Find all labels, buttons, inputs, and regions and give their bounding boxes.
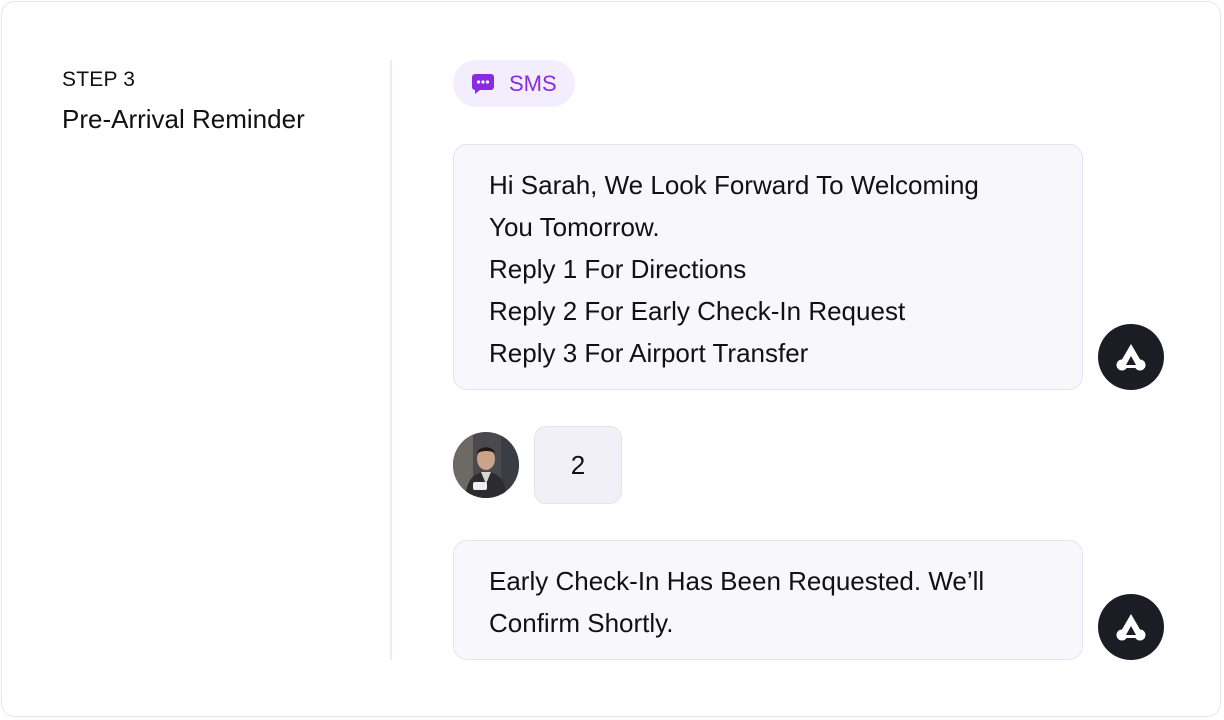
message-line: Hi Sarah, We Look Forward To Welcoming <box>489 170 979 200</box>
channel-badge: SMS <box>453 60 575 107</box>
step-title: Pre-Arrival Reminder <box>62 104 305 134</box>
message-line: Early Check-In Has Been Requested. We’ll <box>489 566 985 596</box>
message-line: Reply 3 For Airport Transfer <box>489 338 809 368</box>
chat-bubble-icon <box>471 73 495 95</box>
channel-label: SMS <box>509 70 557 96</box>
message-line: You Tomorrow. <box>489 212 660 242</box>
message-line: Reply 1 For Directions <box>489 254 747 284</box>
brand-logo-icon <box>1098 594 1164 660</box>
message-line: Confirm Shortly. <box>489 608 674 638</box>
column-divider <box>390 60 392 660</box>
step-number: STEP 3 <box>62 68 136 91</box>
message-bubble-brand: Hi Sarah, We Look Forward To Welcoming Y… <box>453 144 1083 390</box>
brand-logo-icon <box>1098 324 1164 390</box>
guest-avatar <box>453 432 519 498</box>
message-line: Reply 2 For Early Check-In Request <box>489 296 906 326</box>
message-bubble-brand: Early Check-In Has Been Requested. We’ll… <box>453 540 1083 660</box>
message-bubble-guest: 2 <box>534 426 622 504</box>
